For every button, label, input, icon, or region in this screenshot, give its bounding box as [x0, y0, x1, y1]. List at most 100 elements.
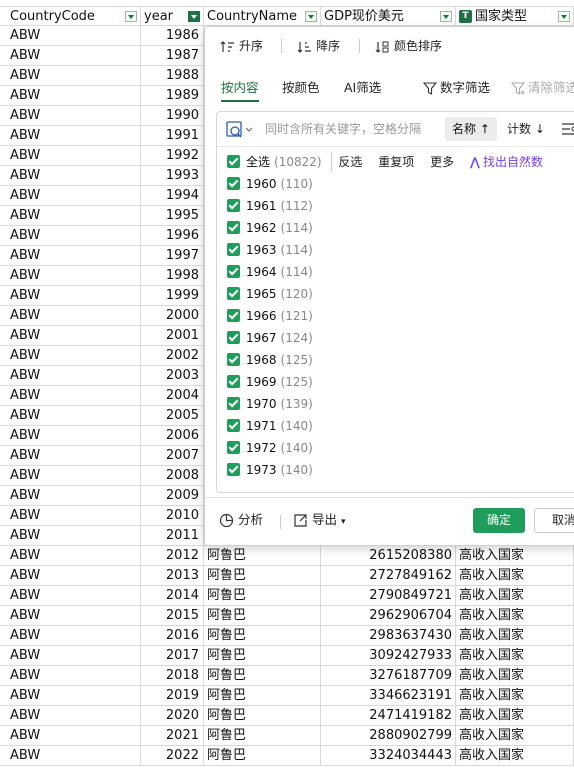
table-cell[interactable]: 2983637430: [321, 626, 456, 645]
value-checkbox[interactable]: [227, 243, 240, 256]
table-cell[interactable]: ABW: [7, 406, 141, 425]
value-list-item[interactable]: 1961 (112): [227, 196, 313, 216]
value-checkbox[interactable]: [227, 331, 240, 344]
value-checkbox[interactable]: [227, 463, 240, 476]
table-cell[interactable]: 1997: [141, 246, 204, 265]
table-cell[interactable]: ABW: [7, 106, 141, 125]
list-settings-icon[interactable]: [561, 123, 574, 135]
table-cell[interactable]: ABW: [7, 126, 141, 145]
table-cell[interactable]: ABW: [7, 446, 141, 465]
value-checkbox[interactable]: [227, 199, 240, 212]
value-checkbox[interactable]: [227, 287, 240, 300]
table-cell[interactable]: 3346623191: [321, 686, 456, 705]
table-cell[interactable]: ABW: [7, 506, 141, 525]
value-list-item[interactable]: 1962 (114): [227, 218, 313, 238]
table-cell[interactable]: 1988: [141, 66, 204, 85]
filter-dropdown-button[interactable]: [440, 11, 452, 22]
filter-dropdown-button-active[interactable]: [188, 11, 200, 22]
table-cell[interactable]: ABW: [7, 726, 141, 745]
table-cell[interactable]: 2003: [141, 366, 204, 385]
search-input[interactable]: [265, 120, 441, 138]
table-cell[interactable]: 2021: [141, 726, 204, 745]
cancel-button[interactable]: 取消: [534, 508, 574, 533]
value-list-item[interactable]: 1969 (125): [227, 372, 313, 392]
table-cell[interactable]: 2020: [141, 706, 204, 725]
table-cell[interactable]: ABW: [7, 346, 141, 365]
value-list-item[interactable]: 1966 (121): [227, 306, 313, 326]
table-cell[interactable]: 1995: [141, 206, 204, 225]
table-cell[interactable]: 1994: [141, 186, 204, 205]
tab-by-content[interactable]: 按内容: [221, 77, 259, 102]
header-year[interactable]: year: [141, 7, 204, 26]
table-cell[interactable]: ABW: [7, 286, 141, 305]
table-cell[interactable]: 2019: [141, 686, 204, 705]
value-checkbox[interactable]: [227, 265, 240, 278]
table-cell[interactable]: ABW: [7, 26, 141, 45]
table-cell[interactable]: ABW: [7, 646, 141, 665]
table-cell[interactable]: 阿鲁巴: [204, 626, 321, 645]
filter-dropdown-button[interactable]: [125, 11, 137, 22]
value-checkbox[interactable]: [227, 309, 240, 322]
value-list-item[interactable]: 1973 (140): [227, 460, 313, 480]
table-cell[interactable]: 2004: [141, 386, 204, 405]
table-cell[interactable]: ABW: [7, 306, 141, 325]
table-cell[interactable]: ABW: [7, 686, 141, 705]
table-cell[interactable]: 2006: [141, 426, 204, 445]
value-checkbox[interactable]: [227, 353, 240, 366]
table-cell[interactable]: 2002: [141, 346, 204, 365]
table-cell[interactable]: 阿鲁巴: [204, 606, 321, 625]
header-country-type[interactable]: T 国家类型: [456, 7, 574, 26]
value-checkbox[interactable]: [227, 419, 240, 432]
table-cell[interactable]: 1999: [141, 286, 204, 305]
sort-ascending-button[interactable]: 升序: [220, 37, 263, 55]
table-cell[interactable]: ABW: [7, 366, 141, 385]
table-cell[interactable]: 阿鲁巴: [204, 546, 321, 565]
more-button[interactable]: 更多: [424, 152, 460, 172]
table-cell[interactable]: ABW: [7, 166, 141, 185]
table-cell[interactable]: ABW: [7, 186, 141, 205]
value-list-item[interactable]: 1965 (120): [227, 284, 313, 304]
table-cell[interactable]: 2790849721: [321, 586, 456, 605]
table-cell[interactable]: ABW: [7, 606, 141, 625]
table-cell[interactable]: 2000: [141, 306, 204, 325]
table-cell[interactable]: 高收入国家: [456, 686, 574, 705]
table-cell[interactable]: 1991: [141, 126, 204, 145]
table-cell[interactable]: ABW: [7, 466, 141, 485]
table-cell[interactable]: 2015: [141, 606, 204, 625]
tab-ai-filter[interactable]: AI筛选: [344, 77, 381, 100]
header-gdp[interactable]: GDP现价美元: [321, 7, 456, 26]
table-cell[interactable]: 阿鲁巴: [204, 666, 321, 685]
table-cell[interactable]: ABW: [7, 326, 141, 345]
table-cell[interactable]: 2017: [141, 646, 204, 665]
invert-selection-button[interactable]: 反选: [331, 152, 368, 172]
table-cell[interactable]: 高收入国家: [456, 666, 574, 685]
table-cell[interactable]: ABW: [7, 526, 141, 545]
value-checkbox[interactable]: [227, 397, 240, 410]
table-cell[interactable]: 阿鲁巴: [204, 686, 321, 705]
table-cell[interactable]: 2880902799: [321, 726, 456, 745]
table-cell[interactable]: ABW: [7, 226, 141, 245]
clear-filter-button[interactable]: 清除筛选: [510, 77, 574, 100]
table-cell[interactable]: 1992: [141, 146, 204, 165]
table-cell[interactable]: 2011: [141, 526, 204, 545]
table-cell[interactable]: ABW: [7, 426, 141, 445]
table-cell[interactable]: 2005: [141, 406, 204, 425]
sort-by-count-button[interactable]: 计数 ↓: [507, 117, 545, 141]
table-cell[interactable]: 高收入国家: [456, 546, 574, 565]
table-cell[interactable]: 1987: [141, 46, 204, 65]
table-cell[interactable]: ABW: [7, 746, 141, 765]
table-cell[interactable]: 1996: [141, 226, 204, 245]
analyze-button[interactable]: 分析: [219, 511, 263, 529]
table-cell[interactable]: 1993: [141, 166, 204, 185]
table-cell[interactable]: ABW: [7, 666, 141, 685]
table-cell[interactable]: 1986: [141, 26, 204, 45]
table-cell[interactable]: ABW: [7, 626, 141, 645]
sort-by-name-button[interactable]: 名称 ↑: [445, 117, 497, 141]
sort-by-color-button[interactable]: 颜色排序: [375, 37, 442, 55]
table-cell[interactable]: 阿鲁巴: [204, 726, 321, 745]
table-cell[interactable]: 阿鲁巴: [204, 746, 321, 765]
table-cell[interactable]: ABW: [7, 566, 141, 585]
table-cell[interactable]: ABW: [7, 66, 141, 85]
table-cell[interactable]: 高收入国家: [456, 726, 574, 745]
table-cell[interactable]: 高收入国家: [456, 606, 574, 625]
